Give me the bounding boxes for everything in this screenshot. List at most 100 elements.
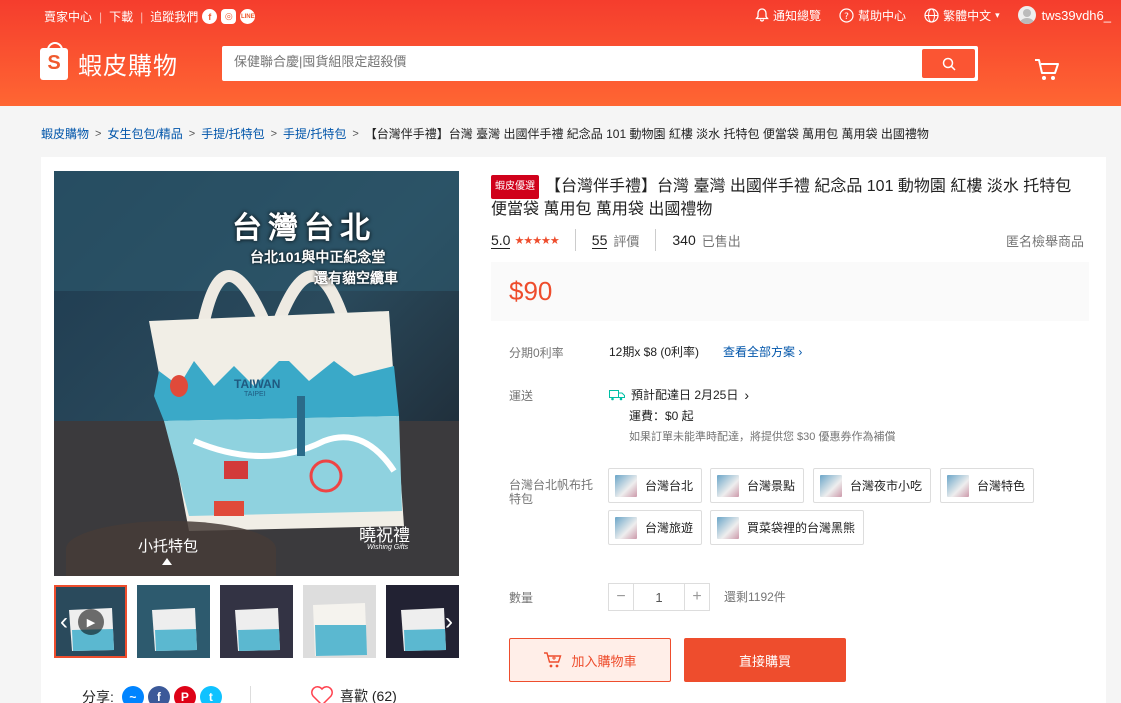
help-label: 幫助中心 bbox=[858, 8, 907, 23]
rating-value[interactable]: 5.0 bbox=[491, 232, 511, 249]
site-header: 賣家中心 | 下載 | 追蹤我們 f ◎ LINE 通知總覽 ? 幫助中心 繁體… bbox=[0, 0, 1121, 106]
reviews-label: 評價 bbox=[613, 233, 640, 249]
chevron-left-icon: ‹ bbox=[60, 607, 68, 635]
facebook-icon[interactable]: f bbox=[202, 9, 218, 24]
price-box: $90 bbox=[491, 262, 1089, 321]
search-input[interactable] bbox=[234, 54, 914, 69]
user-menu[interactable]: tws39vdh6_ bbox=[1017, 6, 1111, 24]
thumbnail-strip: ▶ ‹ › bbox=[54, 585, 459, 658]
cart-button[interactable] bbox=[1034, 58, 1060, 85]
messenger-icon[interactable]: ~ bbox=[121, 686, 144, 703]
caption-pointer-icon bbox=[162, 558, 172, 565]
variation-option-label: 買菜袋裡的台灣黑熊 bbox=[747, 521, 856, 535]
quantity-input[interactable]: 1 bbox=[634, 583, 684, 611]
image-line1: 台北101與中正紀念堂 bbox=[250, 249, 386, 265]
variation-option-label: 台灣夜市小吃 bbox=[850, 479, 923, 493]
product-title-block: 蝦皮優選 【台灣伴手禮】台灣 臺灣 出國伴手禮 紀念品 101 動物園 紅樓 淡水… bbox=[491, 175, 1091, 221]
product-title: 【台灣伴手禮】台灣 臺灣 出國伴手禮 紀念品 101 動物園 紅樓 淡水 托特包… bbox=[491, 178, 1072, 218]
variation-thumb bbox=[820, 474, 842, 497]
variation-option[interactable]: 台灣特色 bbox=[940, 468, 1035, 503]
report-link[interactable]: 匿名檢舉商品 bbox=[1006, 231, 1084, 250]
variation-option-label: 台灣台北 bbox=[645, 479, 694, 493]
language-selector[interactable]: 繁體中文 ▾ bbox=[924, 7, 1000, 24]
thumbnail-next-button[interactable]: › bbox=[439, 585, 459, 658]
thumbnail[interactable] bbox=[137, 585, 210, 658]
chevron-right-icon: > bbox=[188, 127, 196, 140]
language-label: 繁體中文 bbox=[943, 8, 992, 23]
chevron-down-icon: ▾ bbox=[995, 9, 1000, 20]
installment-value: 12期x $8 (0利率) bbox=[609, 345, 700, 359]
divider bbox=[574, 229, 576, 251]
shopee-bag-icon: S bbox=[40, 41, 68, 80]
breadcrumb-subcategory[interactable]: 手提/托特包 bbox=[201, 125, 264, 142]
breadcrumb-home[interactable]: 蝦皮購物 bbox=[41, 125, 89, 142]
breadcrumb-current: 【台灣伴手禮】台灣 臺灣 出國伴手禮 紀念品 101 動物園 紅樓 淡水 托特包… bbox=[364, 127, 929, 141]
add-to-cart-label: 加入購物車 bbox=[571, 653, 637, 669]
chevron-right-icon: › bbox=[798, 345, 803, 359]
line-icon[interactable]: LINE bbox=[240, 9, 256, 24]
pinterest-icon[interactable]: P bbox=[173, 686, 196, 703]
installment-label: 分期0利率 bbox=[509, 346, 564, 360]
brand-watermark-sub: Wishing Gifts bbox=[367, 544, 409, 551]
heart-icon bbox=[311, 686, 333, 703]
like-label: 喜歡 (62) bbox=[340, 688, 397, 703]
play-button[interactable]: ▶ bbox=[78, 609, 104, 635]
chevron-right-icon: › bbox=[445, 607, 453, 635]
decrease-button[interactable]: − bbox=[608, 583, 634, 611]
variation-option[interactable]: 台灣旅遊 bbox=[608, 510, 703, 545]
variation-thumb bbox=[717, 516, 739, 539]
chevron-right-icon: > bbox=[352, 127, 359, 140]
seller-center-link[interactable]: 賣家中心 bbox=[44, 8, 92, 25]
variation-option[interactable]: 台灣台北 bbox=[608, 468, 703, 503]
search-bar bbox=[222, 46, 978, 81]
variation-option[interactable]: 台灣景點 bbox=[710, 468, 805, 503]
twitter-icon[interactable]: t bbox=[199, 686, 222, 703]
search-icon bbox=[942, 57, 956, 71]
increase-button[interactable]: + bbox=[684, 583, 710, 611]
like-button[interactable]: 喜歡 (62) bbox=[310, 686, 397, 703]
add-to-cart-button[interactable]: 加入購物車 bbox=[509, 638, 671, 682]
thumbnail-prev-button[interactable]: ‹ bbox=[54, 585, 74, 658]
breadcrumb-subcategory-2[interactable]: 手提/托特包 bbox=[283, 125, 346, 142]
brand-name: 蝦皮購物 bbox=[78, 53, 178, 80]
product-main-image[interactable]: 台灣台北 台北101與中正紀念堂 還有貓空纜車 TAIWAN TAIPEI 曉祝… bbox=[54, 171, 459, 576]
shipping-eta[interactable]: 預計配達日 2月25日 › bbox=[609, 386, 749, 403]
help-link[interactable]: ? 幫助中心 bbox=[839, 7, 906, 24]
truck-icon bbox=[609, 389, 625, 400]
installment-link-label: 查看全部方案 bbox=[723, 345, 796, 359]
svg-text:?: ? bbox=[844, 12, 849, 22]
notifications-link[interactable]: 通知總覽 bbox=[755, 7, 821, 24]
variation-option[interactable]: 買菜袋裡的台灣黑熊 bbox=[710, 510, 865, 545]
installment-link[interactable]: 查看全部方案 › bbox=[723, 343, 802, 360]
variation-thumb bbox=[615, 474, 637, 497]
follow-label: 追蹤我們 bbox=[150, 10, 199, 24]
share-section: 分享: ~ f P t bbox=[82, 686, 222, 703]
variation-option[interactable]: 台灣夜市小吃 bbox=[813, 468, 932, 503]
breadcrumb: 蝦皮購物 > 女生包包/精品 > 手提/托特包 > 手提/托特包 > 【台灣伴手… bbox=[41, 125, 929, 142]
divider bbox=[250, 686, 251, 703]
help-icon: ? bbox=[839, 7, 854, 23]
facebook-icon[interactable]: f bbox=[147, 686, 170, 703]
image-caption: 小托特包 bbox=[138, 538, 199, 555]
variation-option-label: 台灣景點 bbox=[747, 479, 796, 493]
shipping-fee: 運費：$0 起 bbox=[629, 409, 694, 423]
shopee-logo[interactable]: S 蝦皮購物 bbox=[40, 41, 178, 81]
download-link[interactable]: 下載 bbox=[109, 8, 133, 25]
thumbnail[interactable] bbox=[220, 585, 293, 658]
reviews-count[interactable]: 55 bbox=[591, 232, 608, 249]
product-stats: 5.0 ★★★★★ 55 評價 340 已售出 匿名檢舉商品 bbox=[491, 229, 1084, 251]
shipping-note: 如果訂單未能準時配達，將提供您 $30 優惠券作為補償 bbox=[629, 431, 896, 443]
avatar bbox=[1017, 6, 1036, 24]
search-button[interactable] bbox=[922, 49, 975, 78]
username: tws39vdh6_ bbox=[1041, 7, 1111, 23]
instagram-icon[interactable]: ◎ bbox=[221, 9, 237, 24]
stock-remaining: 還剩1192件 bbox=[724, 590, 786, 604]
thumbnail[interactable] bbox=[303, 585, 376, 658]
breadcrumb-category[interactable]: 女生包包/精品 bbox=[107, 125, 182, 142]
quantity-label: 數量 bbox=[509, 591, 534, 605]
minus-icon: − bbox=[616, 588, 626, 605]
buy-now-button[interactable]: 直接購買 bbox=[684, 638, 846, 682]
chevron-right-icon: > bbox=[95, 127, 102, 140]
notifications-label: 通知總覽 bbox=[773, 8, 822, 23]
buy-now-label: 直接購買 bbox=[738, 653, 791, 669]
